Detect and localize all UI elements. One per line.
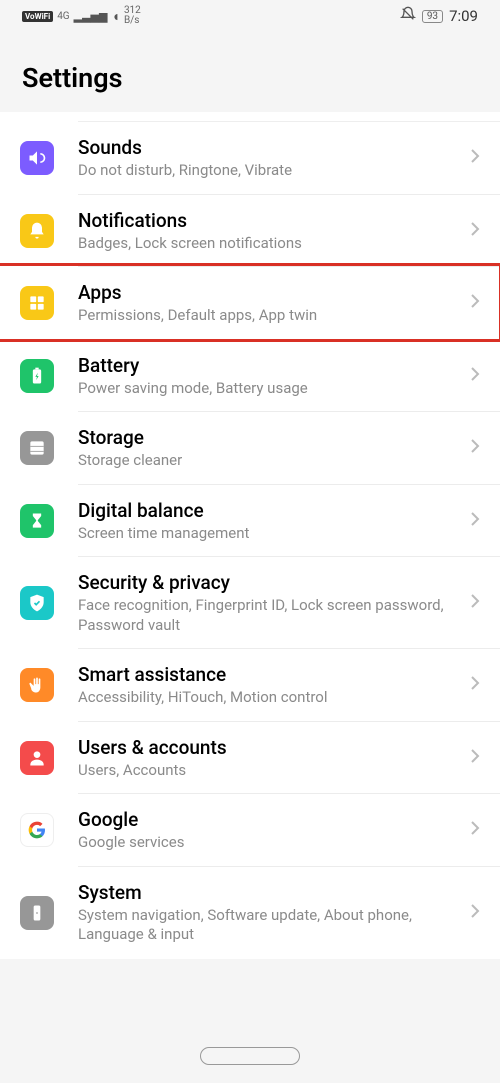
item-title: Battery <box>78 354 460 377</box>
item-subtitle: Badges, Lock screen notifications <box>78 234 460 254</box>
item-title: Security & privacy <box>78 571 460 594</box>
home-indicator[interactable] <box>200 1047 300 1065</box>
chevron-right-icon <box>470 593 480 613</box>
mute-icon <box>400 6 416 26</box>
item-subtitle: Screen time management <box>78 524 460 544</box>
settings-item-sounds[interactable]: Sounds Do not disturb, Ringtone, Vibrate <box>0 122 500 195</box>
partial-prev-item <box>78 112 500 122</box>
sounds-icon <box>20 141 54 175</box>
settings-item-storage[interactable]: Storage Storage cleaner <box>0 412 500 485</box>
status-left: VoWiFi 4G ▂▃▅▆ ◖ 312B/s <box>22 6 141 26</box>
google-icon <box>20 813 54 847</box>
hand-icon <box>20 668 54 702</box>
settings-item-digital-balance[interactable]: Digital balance Screen time management <box>0 485 500 558</box>
clock: 7:09 <box>449 7 478 25</box>
item-title: Apps <box>78 281 460 304</box>
wifi-icon: ◖ <box>111 8 119 25</box>
chevron-right-icon <box>470 293 480 313</box>
chevron-right-icon <box>470 221 480 241</box>
digital-balance-icon <box>20 504 54 538</box>
vowifi-badge: VoWiFi <box>22 11 53 22</box>
settings-item-google[interactable]: Google Google services <box>0 794 500 867</box>
item-title: Google <box>78 808 460 831</box>
status-right: 93 7:09 <box>400 6 478 26</box>
item-subtitle: Power saving mode, Battery usage <box>78 379 460 399</box>
settings-item-apps[interactable]: Apps Permissions, Default apps, App twin <box>0 267 500 340</box>
settings-item-users[interactable]: Users & accounts Users, Accounts <box>0 722 500 795</box>
item-title: Notifications <box>78 209 460 232</box>
network-type: 4G <box>57 11 69 22</box>
item-subtitle: Face recognition, Fingerprint ID, Lock s… <box>78 596 460 635</box>
item-subtitle: Storage cleaner <box>78 451 460 471</box>
system-icon <box>20 896 54 930</box>
page-title: Settings <box>22 62 478 94</box>
settings-item-notifications[interactable]: Notifications Badges, Lock screen notifi… <box>0 195 500 268</box>
item-title: System <box>78 881 460 904</box>
signal-icon: ▂▃▅▆ <box>74 10 108 23</box>
item-title: Storage <box>78 426 460 449</box>
chevron-right-icon <box>470 366 480 386</box>
settings-item-battery[interactable]: Battery Power saving mode, Battery usage <box>0 340 500 413</box>
item-title: Digital balance <box>78 499 460 522</box>
page-header: Settings <box>0 32 500 112</box>
item-subtitle: Do not disturb, Ringtone, Vibrate <box>78 161 460 181</box>
chevron-right-icon <box>470 820 480 840</box>
chevron-right-icon <box>470 903 480 923</box>
item-title: Users & accounts <box>78 736 460 759</box>
storage-icon <box>20 431 54 465</box>
battery-indicator: 93 <box>422 10 443 23</box>
chevron-right-icon <box>470 748 480 768</box>
shield-icon <box>20 586 54 620</box>
item-subtitle: Permissions, Default apps, App twin <box>78 306 460 326</box>
item-subtitle: Google services <box>78 833 460 853</box>
chevron-right-icon <box>470 438 480 458</box>
chevron-right-icon <box>470 511 480 531</box>
item-title: Smart assistance <box>78 663 460 686</box>
status-bar: VoWiFi 4G ▂▃▅▆ ◖ 312B/s 93 7:09 <box>0 0 500 32</box>
chevron-right-icon <box>470 148 480 168</box>
net-speed: 312B/s <box>124 6 141 26</box>
item-subtitle: Accessibility, HiTouch, Motion control <box>78 688 460 708</box>
settings-item-smart-assistance[interactable]: Smart assistance Accessibility, HiTouch,… <box>0 649 500 722</box>
item-subtitle: System navigation, Software update, Abou… <box>78 906 460 945</box>
item-title: Sounds <box>78 136 460 159</box>
battery-icon <box>20 359 54 393</box>
settings-item-security[interactable]: Security & privacy Face recognition, Fin… <box>0 557 500 649</box>
item-subtitle: Users, Accounts <box>78 761 460 781</box>
user-icon <box>20 741 54 775</box>
apps-icon <box>20 286 54 320</box>
settings-list: Sounds Do not disturb, Ringtone, Vibrate… <box>0 112 500 959</box>
settings-item-system[interactable]: System System navigation, Software updat… <box>0 867 500 959</box>
notifications-icon <box>20 214 54 248</box>
chevron-right-icon <box>470 675 480 695</box>
